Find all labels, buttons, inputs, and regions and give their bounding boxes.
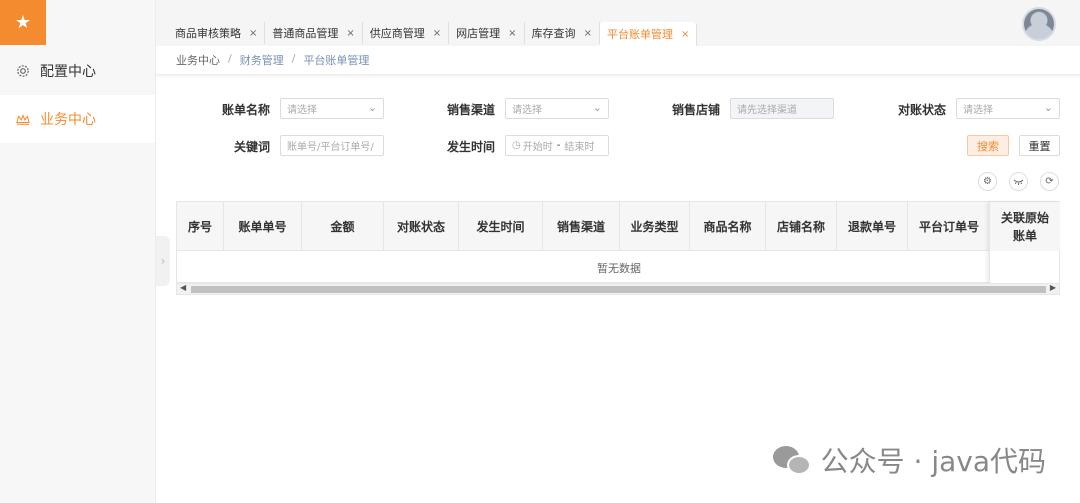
- column-header: 退款单号: [837, 202, 908, 251]
- close-icon[interactable]: ×: [346, 28, 354, 39]
- scroll-left-icon[interactable]: ◀: [180, 283, 186, 292]
- column-header: 发生时间: [459, 202, 543, 251]
- breadcrumb-item[interactable]: 财务管理: [240, 52, 284, 68]
- reconcile-status-select[interactable]: 请选择 ⌄: [956, 98, 1060, 119]
- breadcrumb-separator: /: [291, 52, 296, 65]
- refresh-icon[interactable]: ⟳: [1040, 172, 1059, 191]
- sales-channel-select[interactable]: 请选择 ⌄: [505, 98, 609, 119]
- select-placeholder: 请选择: [512, 105, 542, 116]
- tab-label: 普通商品管理: [272, 27, 339, 40]
- tab-label: 商品审核策略: [175, 27, 241, 40]
- scrollbar-thumb[interactable]: [191, 286, 1046, 293]
- keyword-input[interactable]: 账单号/平台订单号/: [280, 135, 384, 156]
- empty-state-text: 暂无数据: [597, 262, 641, 275]
- sidebar-item-label: 业务中心: [40, 112, 96, 128]
- column-header: 商品名称: [690, 202, 766, 251]
- column-header-line: 账单: [1012, 228, 1037, 243]
- column-header: 账单单号: [224, 202, 302, 251]
- breadcrumb: 业务中心 / 财务管理 / 平台账单管理: [176, 52, 377, 68]
- tab-label: 平台账单管理: [606, 28, 673, 41]
- scroll-right-icon[interactable]: ▶: [1050, 283, 1056, 292]
- occur-time-range-picker[interactable]: ◷ 开始时 - 结束时: [505, 135, 609, 156]
- top-bar: 商品审核策略 × 普通商品管理 × 供应商管理 × 网店管理 × 库存查询 × 平台账单管…: [156, 0, 1080, 46]
- bill-name-select[interactable]: 请选择 ⌄: [280, 98, 384, 119]
- close-icon[interactable]: ×: [681, 29, 689, 40]
- avatar[interactable]: [1022, 7, 1056, 41]
- keyword-label: 关键词: [233, 140, 270, 154]
- table-header: 序号 账单单号 金额 对账状态 发生时间 销售渠道 业务类型 商品名称 店铺名称…: [177, 202, 991, 251]
- close-icon[interactable]: ×: [584, 28, 592, 39]
- tab-bar: 商品审核策略 × 普通商品管理 × 供应商管理 × 网店管理 × 库存查询 × 平台账单管…: [168, 22, 698, 46]
- column-header: 销售渠道: [543, 202, 620, 251]
- horizontal-scrollbar[interactable]: ◀ ▶: [176, 283, 1060, 295]
- breadcrumb-divider: [156, 74, 1080, 78]
- occur-time-label: 发生时间: [446, 140, 495, 154]
- breadcrumb-separator: /: [228, 52, 232, 65]
- tab-inventory[interactable]: 库存查询 ×: [525, 22, 600, 44]
- tab-store[interactable]: 网店管理 ×: [449, 22, 525, 44]
- logo[interactable]: ★: [0, 0, 46, 45]
- reset-button[interactable]: 重置: [1019, 135, 1060, 156]
- bill-name-label: 账单名称: [221, 103, 270, 117]
- input-placeholder: 账单号/平台订单号/: [287, 142, 374, 153]
- tab-label: 库存查询: [531, 27, 576, 40]
- sales-store-select[interactable]: 请先选择渠道: [730, 98, 834, 119]
- breadcrumb-item[interactable]: 业务中心: [176, 52, 220, 68]
- column-header: 关联原始 账单: [990, 202, 1060, 251]
- column-header: 序号: [177, 202, 224, 251]
- column-header-line: 关联原始: [1000, 210, 1049, 225]
- sidebar-collapse-handle[interactable]: ›: [156, 236, 170, 286]
- crown-icon: [16, 112, 30, 126]
- star-icon: ★: [14, 12, 32, 33]
- chevron-right-icon: ›: [160, 254, 166, 268]
- gear-icon: [16, 64, 30, 78]
- fixed-right-column: 关联原始 账单: [989, 202, 1060, 283]
- tab-supplier[interactable]: 供应商管理 ×: [363, 22, 450, 44]
- watermark: 公众号 · java代码: [772, 440, 1046, 480]
- clock-icon: ◷: [512, 140, 521, 151]
- tab-platform-bill[interactable]: 平台账单管理 ×: [599, 22, 698, 46]
- range-end-placeholder: 结束时: [564, 142, 595, 153]
- column-settings-icon[interactable]: ⚙: [978, 172, 997, 191]
- chevron-down-icon: ⌄: [367, 101, 377, 114]
- range-separator: -: [556, 140, 561, 151]
- select-placeholder: 请先选择渠道: [737, 105, 797, 116]
- close-icon[interactable]: ×: [508, 28, 516, 39]
- range-start-placeholder: 开始时: [522, 142, 553, 153]
- sidebar-item-config[interactable]: 配置中心: [0, 47, 155, 95]
- watermark-text: 公众号 · java代码: [820, 445, 1046, 478]
- search-button[interactable]: 搜索: [967, 135, 1009, 156]
- select-placeholder: 请选择: [963, 105, 993, 116]
- column-header: 对账状态: [384, 202, 459, 251]
- sales-channel-label: 销售渠道: [446, 103, 495, 117]
- sidebar-item-label: 配置中心: [40, 64, 96, 80]
- tab-normal-product[interactable]: 普通商品管理 ×: [265, 22, 363, 44]
- chevron-down-icon: ⌄: [592, 101, 602, 114]
- close-icon[interactable]: ×: [249, 28, 257, 39]
- column-header: 金额: [302, 202, 384, 251]
- chevron-down-icon: ⌄: [1043, 101, 1053, 114]
- column-header: 业务类型: [620, 202, 690, 251]
- tab-label: 网店管理: [456, 27, 501, 40]
- eye-hide-icon[interactable]: [1009, 172, 1028, 191]
- sidebar-item-business[interactable]: 业务中心: [0, 95, 155, 143]
- breadcrumb-item[interactable]: 平台账单管理: [303, 52, 369, 68]
- tab-label: 供应商管理: [369, 27, 425, 40]
- bill-table: 序号 账单单号 金额 对账状态 发生时间 销售渠道 业务类型 商品名称 店铺名称…: [176, 201, 1060, 283]
- tab-product-audit[interactable]: 商品审核策略 ×: [168, 22, 266, 44]
- wechat-icon: [772, 444, 813, 476]
- close-icon[interactable]: ×: [433, 28, 441, 39]
- column-header: 平台订单号: [908, 202, 991, 251]
- select-placeholder: 请选择: [287, 105, 317, 116]
- sales-store-label: 销售店铺: [671, 103, 720, 117]
- sidebar: ★ 配置中心 业务中心: [0, 0, 156, 503]
- column-header: 店铺名称: [766, 202, 837, 251]
- reconcile-status-label: 对账状态: [897, 103, 946, 117]
